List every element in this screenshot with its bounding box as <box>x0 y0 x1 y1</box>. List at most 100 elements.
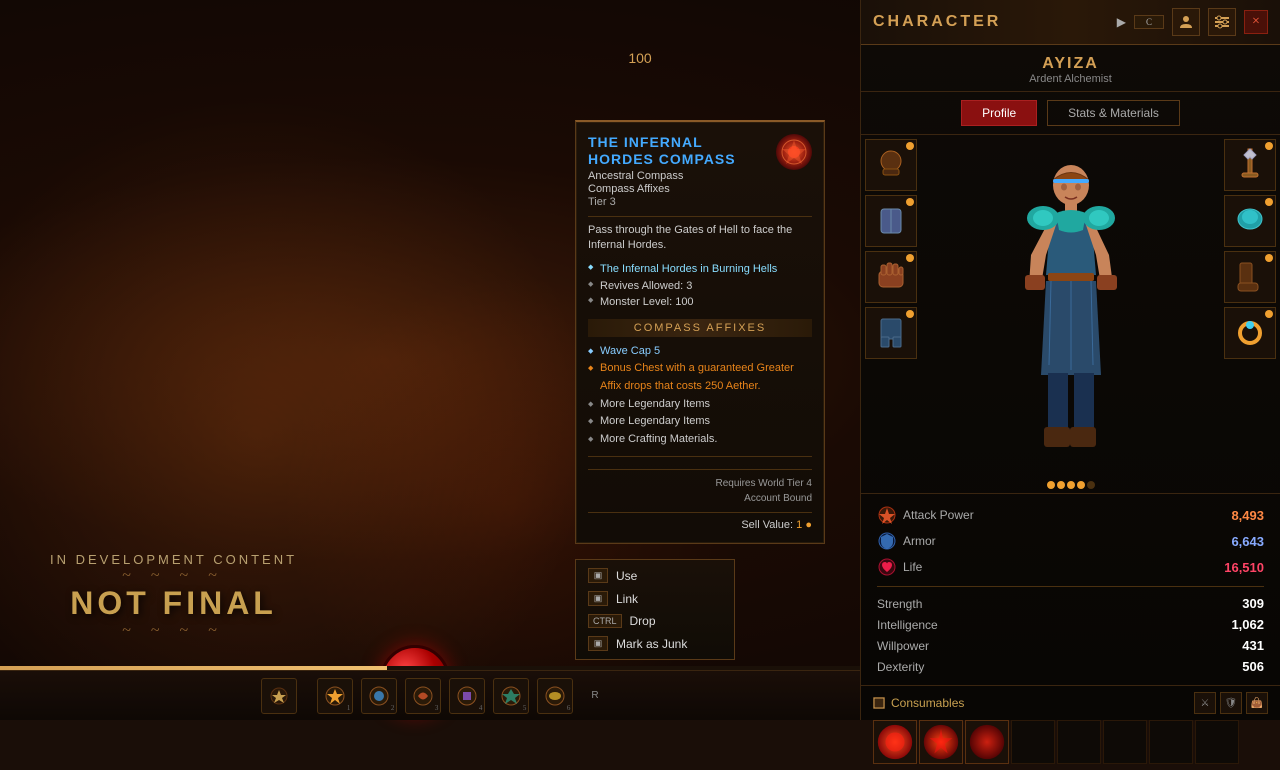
skill-slot-4[interactable]: 4 <box>449 678 485 714</box>
armor-value: 6,643 <box>1231 534 1264 549</box>
consumables-weapons-filter[interactable]: ⚔ <box>1194 692 1216 714</box>
skill-slot-2[interactable]: 2 <box>361 678 397 714</box>
armor-icon <box>877 531 897 551</box>
consumable-slot-0[interactable] <box>873 720 917 764</box>
consumable-slot-5[interactable] <box>1103 720 1147 764</box>
willpower-value: 431 <box>1242 638 1264 653</box>
close-button[interactable]: × <box>1244 10 1268 34</box>
compass-affixes-header: COMPASS AFFIXES <box>588 319 812 337</box>
context-use[interactable]: ▣ Use <box>576 564 734 587</box>
affix-1: Bonus Chest with a guaranteed Greater Af… <box>588 360 812 395</box>
panel-title: CHARACTER <box>873 13 1001 31</box>
intelligence-label: Intelligence <box>877 618 938 632</box>
consumable-slot-3[interactable] <box>1011 720 1055 764</box>
stat-row-attack: Attack Power 8,493 <box>877 502 1264 528</box>
action-bar: 1 2 3 4 5 6 R <box>0 670 860 720</box>
stat-dot-2 <box>1057 481 1065 489</box>
consumables-bag-filter[interactable]: 👜 <box>1246 692 1268 714</box>
xp-bar-container <box>0 666 860 670</box>
equip-slot-weapon-right[interactable] <box>1224 139 1276 191</box>
life-value: 16,510 <box>1224 560 1264 575</box>
item-title-line1: THE INFERNAL HORDES COMPASS <box>588 134 767 168</box>
sell-value: Sell Value: 1 ● <box>588 519 812 531</box>
equip-slot-gloves[interactable] <box>865 251 917 303</box>
affix-0: Wave Cap 5 <box>588 343 812 361</box>
consumables-grid <box>873 720 1268 764</box>
attack-value: 8,493 <box>1231 508 1264 523</box>
character-name: AYIZA <box>861 55 1280 73</box>
dev-watermark-main: NOT FINAL <box>50 585 297 622</box>
legendary-indicator <box>1265 142 1273 150</box>
consumable-slot-2[interactable] <box>965 720 1009 764</box>
equip-slot-ring[interactable] <box>1224 307 1276 359</box>
skill-slot-3[interactable]: 3 <box>405 678 441 714</box>
keybind-r: R <box>591 690 598 701</box>
stat-dot-3 <box>1067 481 1075 489</box>
equip-slot-pants[interactable] <box>865 307 917 359</box>
affix-3: More Legendary Items <box>588 413 812 431</box>
character-class: Ardent Alchemist <box>861 73 1280 85</box>
tab-stats-materials[interactable]: Stats & Materials <box>1047 100 1180 126</box>
character-model <box>921 135 1220 475</box>
item-icon <box>774 132 814 172</box>
consumables-header: Consumables ⚔ 🛡 👜 <box>873 692 1268 714</box>
legendary-indicator <box>1265 310 1273 318</box>
stat-dot-5 <box>1087 481 1095 489</box>
equip-slot-chest[interactable] <box>865 195 917 247</box>
equip-slot-boots[interactable] <box>1224 251 1276 303</box>
item-bullet-2: Monster Level: 100 <box>588 294 812 311</box>
consumables-shield-filter[interactable]: 🛡 <box>1220 692 1242 714</box>
legendary-indicator <box>1265 254 1273 262</box>
life-label: Life <box>903 560 922 574</box>
consumable-slot-1[interactable] <box>919 720 963 764</box>
dexterity-label: Dexterity <box>877 660 924 674</box>
xp-bar <box>0 666 387 670</box>
stat-dot-4 <box>1077 481 1085 489</box>
dexterity-value: 506 <box>1242 659 1264 674</box>
tab-profile[interactable]: Profile <box>961 100 1037 126</box>
willpower-label: Willpower <box>877 639 929 653</box>
stat-row-intelligence: Intelligence 1,062 <box>877 614 1264 635</box>
character-panel: CHARACTER ▶ C × <box>860 0 1280 720</box>
attack-icon <box>877 505 897 525</box>
legendary-indicator <box>906 310 914 318</box>
level-indicator: 100 <box>628 50 651 66</box>
item-bullet-0: The Infernal Hordes in Burning Hells <box>588 261 812 278</box>
consumables-title: Consumables <box>873 696 964 710</box>
context-link[interactable]: ▣ Link <box>576 587 734 610</box>
item-description: Pass through the Gates of Hell to face t… <box>588 223 812 254</box>
intelligence-value: 1,062 <box>1231 617 1264 632</box>
consumable-slot-7[interactable] <box>1195 720 1239 764</box>
legendary-indicator <box>906 142 914 150</box>
item-bullet-1: Revives Allowed: 3 <box>588 278 812 295</box>
context-drop[interactable]: CTRL Drop <box>576 610 734 632</box>
dev-watermark-decor: ~ ~ ~ ~ <box>50 567 297 585</box>
character-icon-btn[interactable] <box>1172 8 1200 36</box>
consumables-area: Consumables ⚔ 🛡 👜 <box>861 685 1280 770</box>
skill-slot-6[interactable]: 6 <box>537 678 573 714</box>
stat-row-armor: Armor 6,643 <box>877 528 1264 554</box>
skill-slot-5[interactable]: 5 <box>493 678 529 714</box>
context-junk[interactable]: ▣ Mark as Junk <box>576 632 734 655</box>
consumable-slot-4[interactable] <box>1057 720 1101 764</box>
armor-label: Armor <box>903 534 936 548</box>
legendary-indicator <box>906 198 914 206</box>
settings-icon-btn[interactable] <box>1208 8 1236 36</box>
item-affixes-label: Compass Affixes <box>588 183 812 195</box>
dev-watermark-top: IN DEVELOPMENT CONTENT <box>50 552 297 567</box>
consumables-icons: ⚔ 🛡 👜 <box>1194 692 1268 714</box>
equip-slot-shoulder[interactable] <box>1224 195 1276 247</box>
character-info: AYIZA Ardent Alchemist <box>861 45 1280 92</box>
skill-slot-menu1[interactable] <box>261 678 297 714</box>
skill-slot-1[interactable]: 1 <box>317 678 353 714</box>
consumable-slot-6[interactable] <box>1149 720 1193 764</box>
affix-2: More Legendary Items <box>588 396 812 414</box>
stat-dots-row <box>861 475 1280 493</box>
affix-4: More Crafting Materials. <box>588 431 812 449</box>
item-tier: Tier 3 <box>588 196 812 208</box>
equip-slot-helm[interactable] <box>865 139 917 191</box>
item-footer: Requires World Tier 4 Account Bound Sell… <box>588 456 812 531</box>
panel-header-icons: ▶ C × <box>1117 8 1268 36</box>
stats-area: Attack Power 8,493 Armor 6,643 Life 16,5… <box>861 493 1280 685</box>
stat-row-life: Life 16,510 <box>877 554 1264 580</box>
